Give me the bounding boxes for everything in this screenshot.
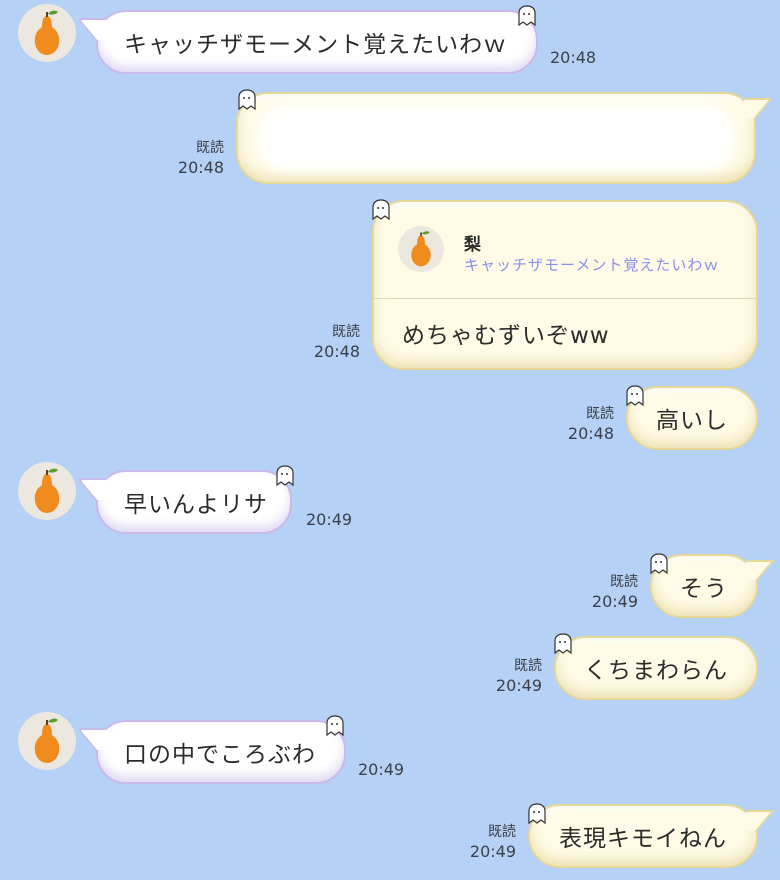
avatar[interactable] [18, 712, 76, 770]
message-meta: 既読 20:49 [452, 822, 516, 862]
avatar[interactable] [18, 462, 76, 520]
message-time: 20:49 [591, 592, 638, 611]
message-bubble-outgoing[interactable]: くちまわらん [554, 636, 758, 700]
ghost-sticker-icon [326, 715, 344, 736]
pear-icon [34, 468, 60, 513]
reply-avatar [398, 226, 444, 272]
message-text: 表現キモイねん [559, 826, 727, 852]
redacted-text [258, 104, 734, 172]
reply-quote-card[interactable]: 梨 キャッチザモーメント覚えたいわｗ [374, 202, 756, 299]
read-receipt: 既読 [514, 658, 542, 674]
message-time: 20:49 [469, 842, 516, 861]
ghost-sticker-icon [238, 89, 256, 110]
avatar[interactable] [18, 4, 76, 62]
message-text: 口の中でころぶわ [124, 742, 316, 768]
read-receipt: 既読 [196, 140, 224, 156]
message-meta: 既読 20:48 [550, 404, 614, 444]
ghost-sticker-icon [554, 633, 572, 654]
message-text: 早いんよリサ [124, 492, 268, 518]
ghost-sticker-icon [372, 199, 390, 220]
reply-sender-name: 梨 [464, 235, 482, 255]
read-receipt: 既読 [488, 824, 516, 840]
message-meta: 既読 20:49 [574, 572, 638, 612]
message-time: 20:48 [550, 48, 597, 67]
reply-quoted-text: キャッチザモーメント覚えたいわｗ [464, 256, 720, 274]
message-time: 20:48 [567, 424, 614, 443]
ghost-sticker-icon [626, 385, 644, 406]
message-bubble-incoming[interactable]: 早いんよリサ [76, 470, 292, 534]
message-text: そう [680, 576, 728, 602]
pear-icon [34, 10, 60, 55]
message-time: 20:49 [306, 510, 353, 529]
message-bubble-incoming[interactable]: キャッチザモーメント覚えたいわｗ [76, 10, 538, 74]
message-text: 高いし [656, 408, 728, 434]
message-text: くちまわらん [584, 658, 728, 684]
message-time: 20:49 [495, 676, 542, 695]
ghost-sticker-icon [650, 553, 668, 574]
reply-message-bubble[interactable]: 梨 キャッチザモーメント覚えたいわｗ めちゃむずいぞww [372, 200, 758, 370]
read-receipt: 既読 [610, 574, 638, 590]
pear-icon [411, 231, 431, 267]
message-time: 20:49 [358, 760, 405, 779]
message-meta: 既読 20:48 [296, 322, 360, 362]
ghost-sticker-icon [528, 803, 546, 824]
ghost-sticker-icon [276, 465, 294, 486]
message-meta: 既読 20:48 [160, 138, 224, 178]
message-text: めちゃむずいぞww [402, 323, 610, 349]
message-time: 20:48 [313, 342, 360, 361]
message-bubble-incoming[interactable]: 口の中でころぶわ [76, 720, 346, 784]
message-time: 20:48 [177, 158, 224, 177]
message-meta: 既読 20:49 [478, 656, 542, 696]
read-receipt: 既読 [332, 324, 360, 340]
read-receipt: 既読 [586, 406, 614, 422]
message-text: キャッチザモーメント覚えたいわｗ [124, 32, 508, 58]
ghost-sticker-icon [518, 5, 536, 26]
pear-icon [34, 718, 60, 763]
message-bubble-outgoing-redacted[interactable] [236, 92, 773, 184]
message-bubble-outgoing[interactable]: 表現キモイねん [528, 804, 775, 868]
